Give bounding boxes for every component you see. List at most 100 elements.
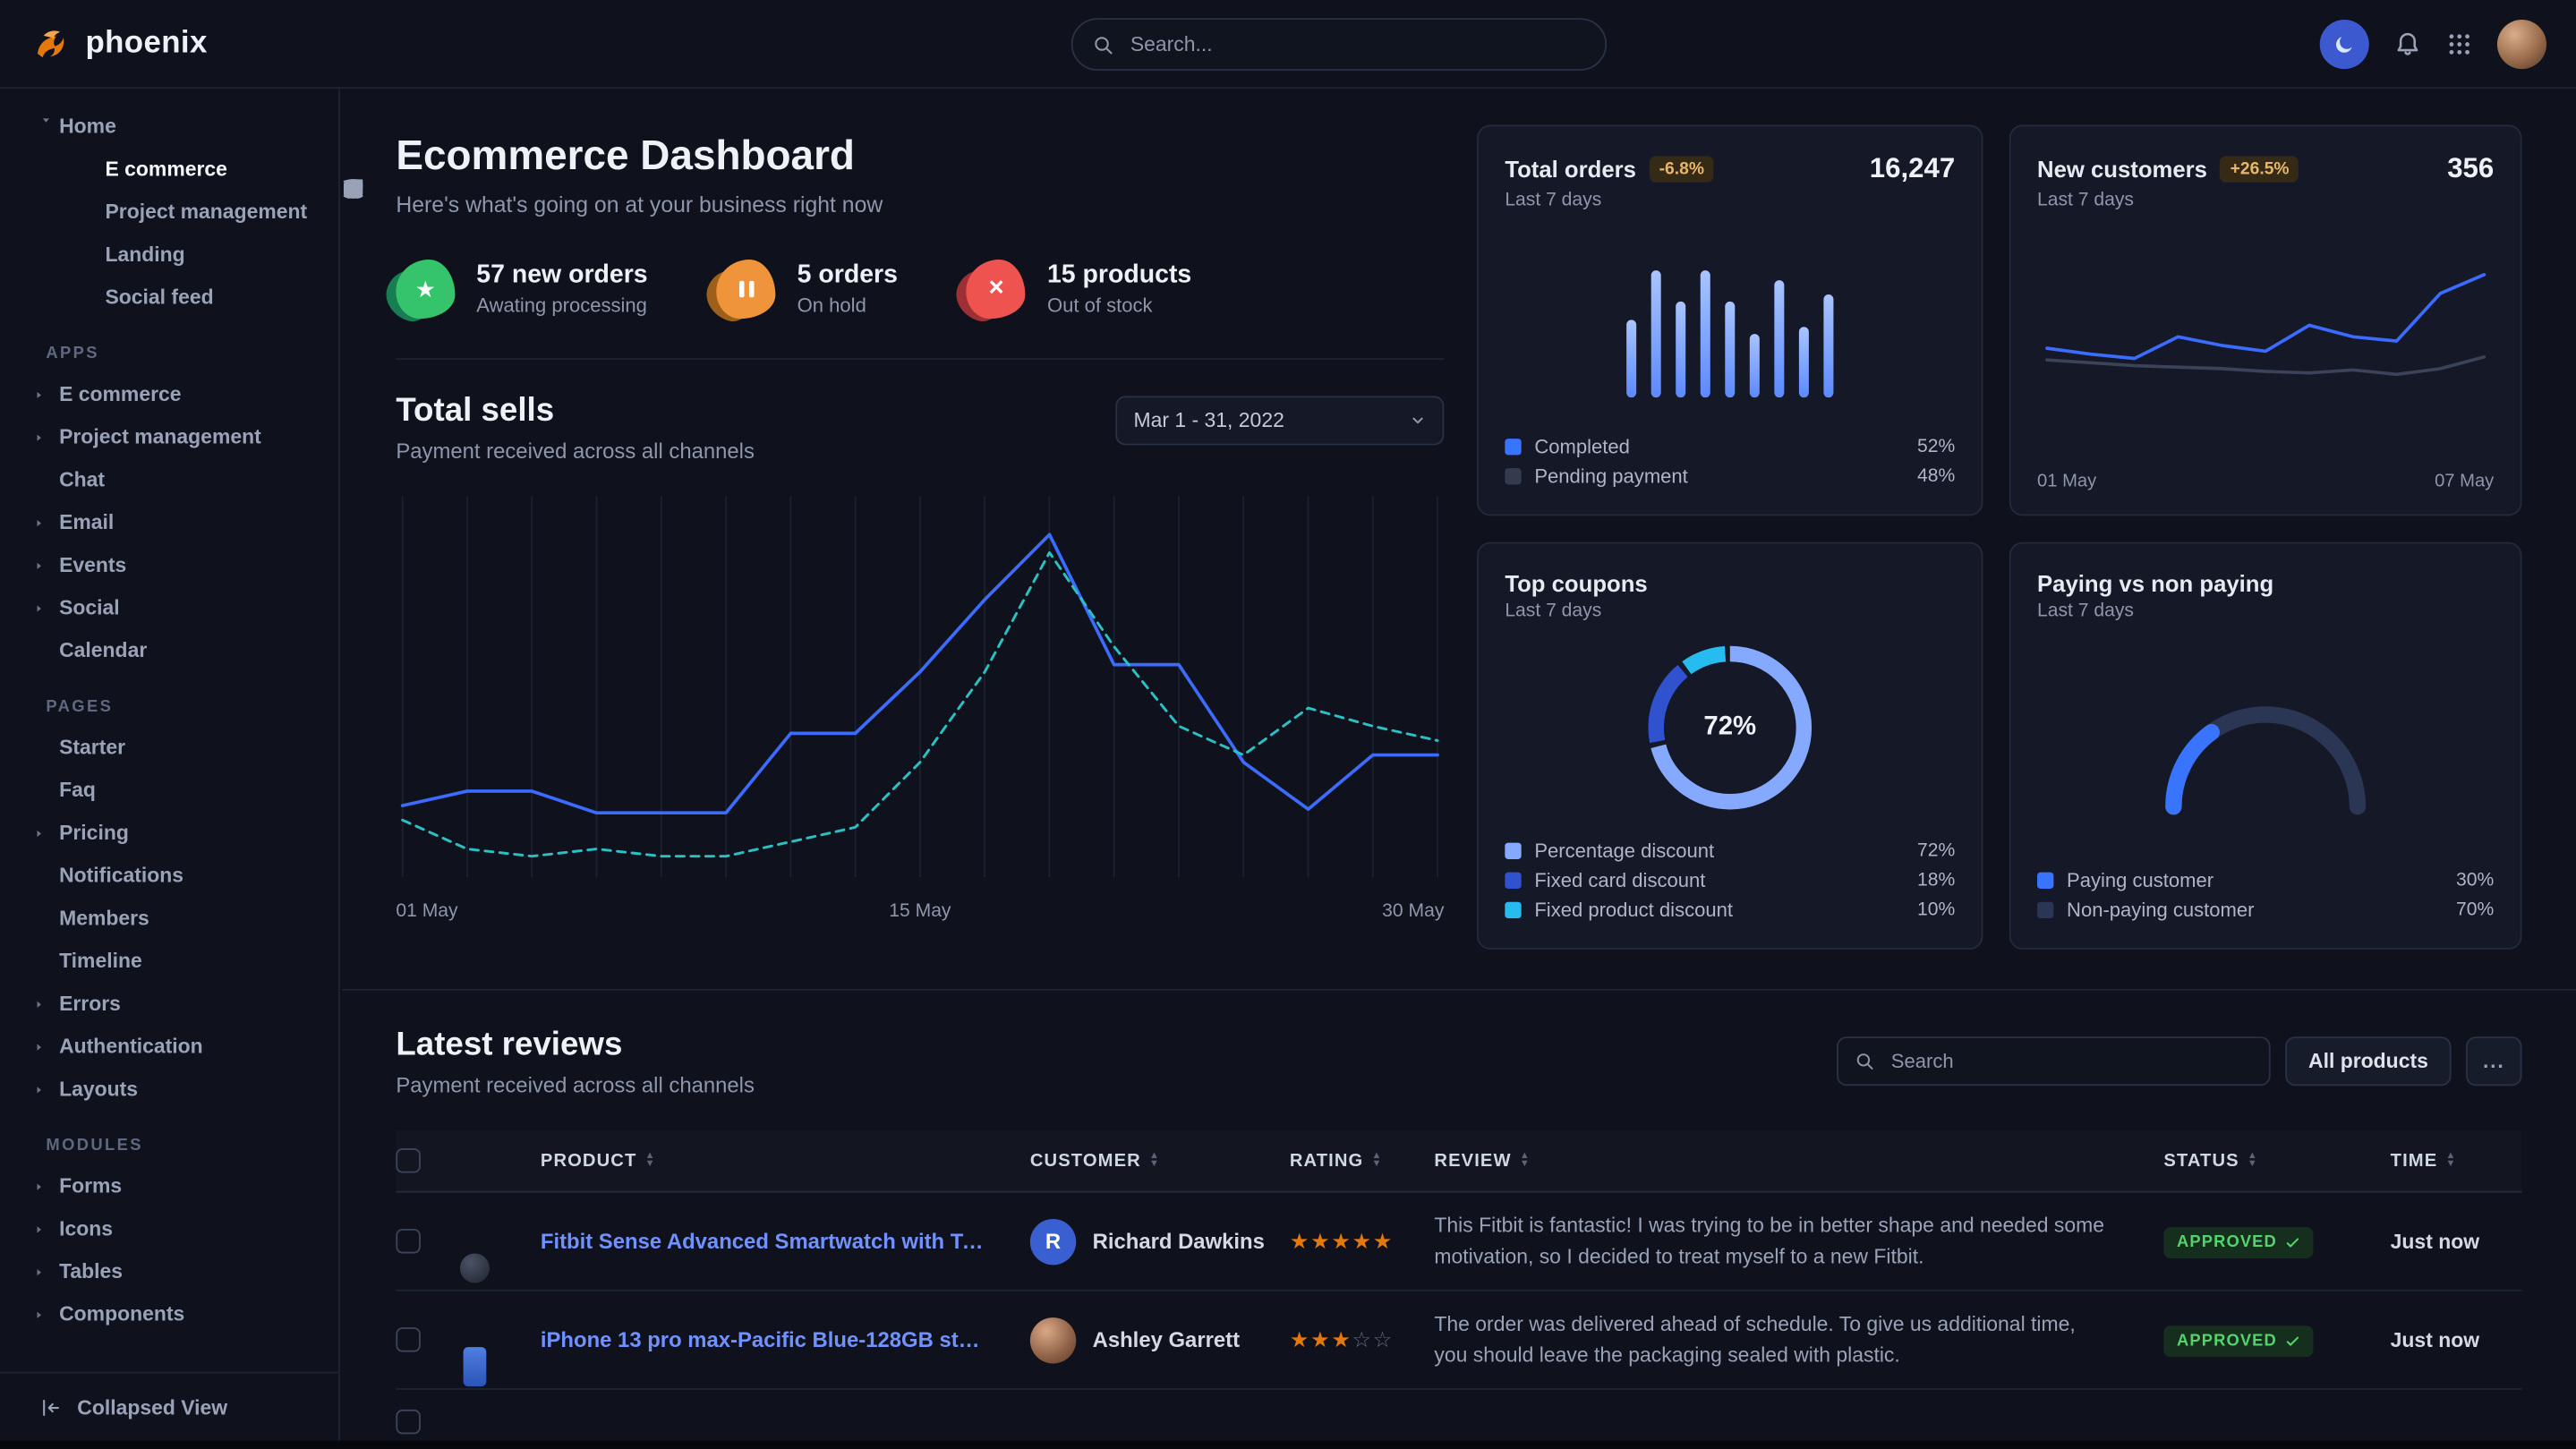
- collapsed-view-toggle[interactable]: Collapsed View: [0, 1372, 338, 1441]
- change-badge: -6.8%: [1650, 156, 1714, 182]
- sidebar-item-layouts[interactable]: Layouts: [0, 1068, 338, 1111]
- card-period: Last 7 days: [2037, 601, 2494, 621]
- column-rating[interactable]: RATING▲▼: [1290, 1151, 1435, 1171]
- sidebar-item-calendar[interactable]: Calendar: [0, 629, 338, 672]
- stat-new-orders: ★ 57 new orders Awating processing: [396, 260, 647, 319]
- sidebar-section-apps: APPS: [46, 345, 338, 362]
- apps-grid-button[interactable]: [2446, 30, 2472, 56]
- legend-swatch: [1505, 843, 1521, 859]
- page-title: Ecommerce Dashboard: [396, 132, 1444, 181]
- stat-caption: Awating processing: [476, 294, 647, 318]
- sidebar-item-faq[interactable]: Faq: [0, 769, 338, 812]
- legend-swatch: [1505, 873, 1521, 889]
- product-link[interactable]: iPhone 13 pro max-Pacific Blue-128GB sto…: [541, 1327, 1030, 1352]
- row-checkbox[interactable]: [396, 1327, 421, 1352]
- user-avatar[interactable]: [2497, 19, 2546, 68]
- sidebar-item-home[interactable]: Home: [0, 105, 338, 148]
- global-search-input[interactable]: [1127, 31, 1585, 57]
- card-period: Last 7 days: [2037, 191, 2494, 210]
- total-orders-legend: Completed 52% Pending payment 48%: [1505, 432, 1955, 491]
- reviews-search[interactable]: [1837, 1036, 2271, 1086]
- phoenix-logo-icon: [30, 22, 73, 65]
- sidebar-item-authentication[interactable]: Authentication: [0, 1025, 338, 1068]
- card-title: Top coupons: [1505, 570, 1647, 596]
- legend-swatch: [2037, 902, 2053, 918]
- sidebar-item-events[interactable]: Events: [0, 544, 338, 587]
- customer-avatar[interactable]: [1030, 1317, 1076, 1362]
- total-sells-title: Total sells: [396, 393, 755, 430]
- sidebar: HomeE commerceProject managementLandingS…: [0, 89, 340, 1441]
- select-all-checkbox[interactable]: [396, 1148, 421, 1173]
- card-period: Last 7 days: [1505, 191, 1955, 210]
- column-time[interactable]: TIME▲▼: [2348, 1151, 2522, 1171]
- caret-icon: [33, 1308, 45, 1320]
- sidebar-item-pricing[interactable]: Pricing: [0, 812, 338, 855]
- more-options-button[interactable]: ...: [2466, 1036, 2521, 1086]
- sidebar-item-e-commerce[interactable]: E commerce: [0, 373, 338, 416]
- sidebar-item-members[interactable]: Members: [0, 897, 338, 940]
- sidebar-item-social[interactable]: Social: [0, 586, 338, 629]
- table-header-row: PRODUCT▲▼ CUSTOMER▲▼ RATING▲▼ REVIEW▲▼ S…: [396, 1130, 2521, 1193]
- sidebar-item-landing[interactable]: Landing: [0, 234, 338, 277]
- chevron-down-icon: [1410, 413, 1426, 429]
- x-tick: 30 May: [1382, 902, 1444, 922]
- stat-orders-on-hold: 5 orders On hold: [717, 260, 898, 319]
- caret-icon: [33, 1181, 45, 1192]
- sidebar-item-icons[interactable]: Icons: [0, 1207, 338, 1250]
- sidebar-item-social-feed[interactable]: Social feed: [0, 276, 338, 319]
- sidebar-item-email[interactable]: Email: [0, 501, 338, 544]
- notifications-button[interactable]: [2393, 30, 2421, 57]
- main-content: Ecommerce Dashboard Here's what's going …: [342, 89, 2576, 1441]
- sidebar-item-e-commerce[interactable]: E commerce: [0, 148, 338, 191]
- global-search[interactable]: [1071, 18, 1607, 71]
- row-checkbox[interactable]: [396, 1229, 421, 1254]
- sort-icon: ▲▼: [2248, 1153, 2258, 1169]
- sidebar-item-timeline[interactable]: Timeline: [0, 940, 338, 983]
- legend-value: 70%: [2456, 900, 2494, 920]
- column-review[interactable]: REVIEW▲▼: [1434, 1151, 2163, 1171]
- column-product[interactable]: PRODUCT▲▼: [541, 1151, 1030, 1171]
- column-customer[interactable]: CUSTOMER▲▼: [1030, 1151, 1290, 1171]
- caret-icon: [33, 559, 45, 571]
- column-status[interactable]: STATUS▲▼: [2163, 1151, 2348, 1171]
- sidebar-item-project-management[interactable]: Project management: [0, 415, 338, 458]
- total-orders-bar-chart: [1565, 245, 1894, 396]
- latest-reviews-title: Latest reviews: [396, 1027, 755, 1064]
- row-checkbox[interactable]: [396, 1410, 421, 1435]
- sidebar-item-errors[interactable]: Errors: [0, 983, 338, 1026]
- top-coupons-legend: Percentage discount 72% Fixed card disco…: [1505, 836, 1955, 925]
- theme-toggle-button[interactable]: [2320, 19, 2369, 68]
- sidebar-item-forms[interactable]: Forms: [0, 1164, 338, 1207]
- table-row: iPhone 13 pro max-Pacific Blue-128GB sto…: [396, 1291, 2521, 1390]
- legend-value: 72%: [1917, 841, 1955, 861]
- sidebar-item-project-management[interactable]: Project management: [0, 191, 338, 234]
- caret-icon: [33, 602, 45, 614]
- caret-icon: [33, 827, 45, 839]
- sort-icon: ▲▼: [1372, 1153, 1383, 1169]
- status-badge: APPROVED: [2163, 1226, 2313, 1257]
- sidebar-item-tables[interactable]: Tables: [0, 1250, 338, 1293]
- sidebar-item-chat[interactable]: Chat: [0, 458, 338, 501]
- date-range-select[interactable]: Mar 1 - 31, 2022: [1115, 396, 1444, 445]
- brand[interactable]: phoenix: [30, 22, 208, 65]
- caret-icon: [33, 998, 45, 1010]
- stat-value: 57 new orders: [476, 261, 647, 291]
- x-tick: 15 May: [889, 902, 951, 922]
- sidebar-item-notifications[interactable]: Notifications: [0, 854, 338, 897]
- product-link[interactable]: Fitbit Sense Advanced Smartwatch with To…: [541, 1229, 1030, 1254]
- caret-icon: [33, 431, 45, 443]
- sidebar-item-starter[interactable]: Starter: [0, 726, 338, 769]
- latest-reviews-section: Latest reviews Payment received across a…: [342, 989, 2576, 1441]
- all-products-button[interactable]: All products: [2285, 1036, 2451, 1086]
- rating-stars: ★★★★★: [1290, 1228, 1435, 1254]
- grid-icon: [2446, 30, 2472, 56]
- sidebar-nav: HomeE commerceProject managementLandingS…: [0, 89, 338, 1372]
- legend-value: 52%: [1917, 437, 1955, 456]
- rating-stars: ★★★☆☆: [1290, 1326, 1435, 1352]
- legend-swatch: [1505, 468, 1521, 484]
- legend-label: Fixed product discount: [1534, 899, 1733, 922]
- reviews-search-input[interactable]: [1888, 1048, 2252, 1074]
- customer-avatar[interactable]: R: [1030, 1218, 1076, 1264]
- sidebar-item-components[interactable]: Components: [0, 1293, 338, 1336]
- caret-icon: [33, 1041, 45, 1053]
